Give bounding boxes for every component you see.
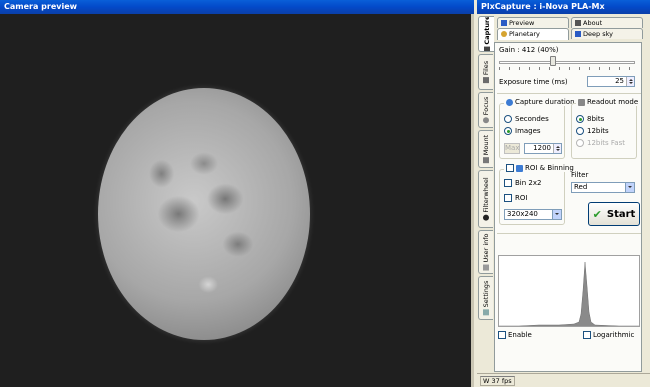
app-body: Capture Files Focus Mount Filterwheel Us… [477, 14, 650, 387]
check-icon: ✔ [592, 207, 602, 221]
exposure-input[interactable]: 25 [587, 76, 635, 87]
start-button[interactable]: ✔ Start [588, 202, 640, 226]
tab-deep-sky[interactable]: Deep sky [571, 28, 643, 39]
readout-mode-group: Readout mode 8bits 12bits 12bits Fast [571, 98, 641, 159]
roi-icon [516, 164, 523, 172]
app-title: PlxCapture : i-Nova PLA-Mx [481, 2, 605, 11]
files-icon [483, 77, 489, 84]
chevron-down-icon [552, 210, 561, 219]
capture-count-value: 1200 [533, 144, 551, 152]
mount-icon [483, 157, 489, 164]
radio-seconds[interactable] [504, 115, 512, 123]
histogram-enable-checkbox[interactable] [498, 331, 506, 339]
chip-icon [578, 98, 585, 106]
start-label: Start [606, 208, 636, 220]
radio-8bits[interactable] [576, 115, 584, 123]
capture-count-spin-buttons[interactable] [553, 144, 561, 153]
preview-icon [501, 20, 507, 26]
gain-label: Gain : 412 (40%) [499, 46, 559, 54]
8bits-label: 8bits [587, 115, 605, 123]
settings-icon [483, 309, 489, 316]
roi-binning-checkbox[interactable] [506, 164, 514, 172]
gain-ticks [499, 67, 635, 70]
gain-slider[interactable] [499, 61, 635, 64]
bin-label: Bin 2x2 [515, 179, 542, 187]
readout-mode-title: Readout mode [576, 98, 641, 106]
user-icon [483, 264, 489, 271]
tab-mount[interactable]: Mount [478, 130, 493, 168]
roi-binning-group: ROI & Binning Bin 2x2 ROI 320x240 [499, 164, 576, 225]
12bits-fast-label: 12bits Fast [587, 139, 625, 147]
max-button[interactable]: Max [504, 143, 520, 154]
radio-images[interactable] [504, 127, 512, 135]
filter-select[interactable]: Red [571, 182, 635, 193]
filter-label: Filter [571, 171, 589, 179]
roi-binning-title: ROI & Binning [504, 164, 576, 172]
focus-icon [483, 117, 489, 124]
camera-icon [483, 46, 490, 51]
images-label: Images [515, 127, 541, 135]
divider [497, 93, 641, 94]
status-bar: W 37 fps [477, 373, 650, 387]
exposure-label: Exposure time (ms) [499, 78, 568, 86]
tab-settings[interactable]: Settings [478, 276, 493, 320]
histogram-log-checkbox[interactable] [583, 331, 591, 339]
tab-preview[interactable]: Preview [497, 17, 569, 28]
histogram-log-label: Logarithmic [593, 331, 635, 339]
deep-sky-icon [575, 31, 581, 37]
chevron-down-icon [625, 183, 634, 192]
vertical-tabs: Capture Files Focus Mount Filterwheel Us… [477, 14, 494, 374]
filterwheel-icon [483, 214, 489, 221]
roi-label: ROI [515, 194, 528, 202]
tab-files[interactable]: Files [478, 54, 493, 90]
planetary-panel: Gain : 412 (40%) Exposure time (ms) 25 C… [494, 42, 642, 372]
divider [497, 233, 641, 234]
capture-count-input[interactable]: 1200 [524, 143, 562, 154]
filter-value: Red [574, 183, 588, 191]
gain-slider-thumb[interactable] [550, 56, 557, 66]
clock-icon [506, 98, 513, 106]
tab-capture[interactable]: Capture [478, 16, 494, 52]
exposure-value: 25 [615, 77, 624, 85]
exposure-spin-buttons[interactable] [626, 77, 634, 86]
tab-planetary[interactable]: Planetary [497, 28, 569, 40]
histogram-graph [499, 256, 639, 326]
tab-user-info[interactable]: User info [478, 230, 493, 274]
roi-size-select[interactable]: 320x240 [504, 209, 562, 220]
fps-indicator: W 37 fps [480, 376, 515, 386]
histogram [498, 255, 640, 327]
radio-12bits[interactable] [576, 127, 584, 135]
capture-duration-group: Capture duration Secondes Images Max 120… [499, 98, 577, 159]
12bits-label: 12bits [587, 127, 609, 135]
bin-checkbox[interactable] [504, 179, 512, 187]
planet-icon [501, 31, 507, 37]
histogram-enable-label: Enable [508, 331, 532, 339]
seconds-label: Secondes [515, 115, 549, 123]
moon-image [98, 88, 310, 340]
tab-focus[interactable]: Focus [478, 92, 493, 128]
capture-duration-title: Capture duration [504, 98, 577, 106]
roi-size-value: 320x240 [507, 210, 538, 218]
camera-preview [0, 14, 474, 387]
tab-filterwheel[interactable]: Filterwheel [478, 170, 493, 228]
preview-title: Camera preview [4, 2, 78, 11]
app-title-bar[interactable]: PlxCapture : i-Nova PLA-Mx [477, 0, 650, 14]
radio-12bits-fast[interactable] [576, 139, 584, 147]
preview-title-bar[interactable]: Camera preview [0, 0, 474, 14]
about-icon [575, 20, 581, 26]
tab-about[interactable]: About [571, 17, 643, 28]
roi-checkbox[interactable] [504, 194, 512, 202]
